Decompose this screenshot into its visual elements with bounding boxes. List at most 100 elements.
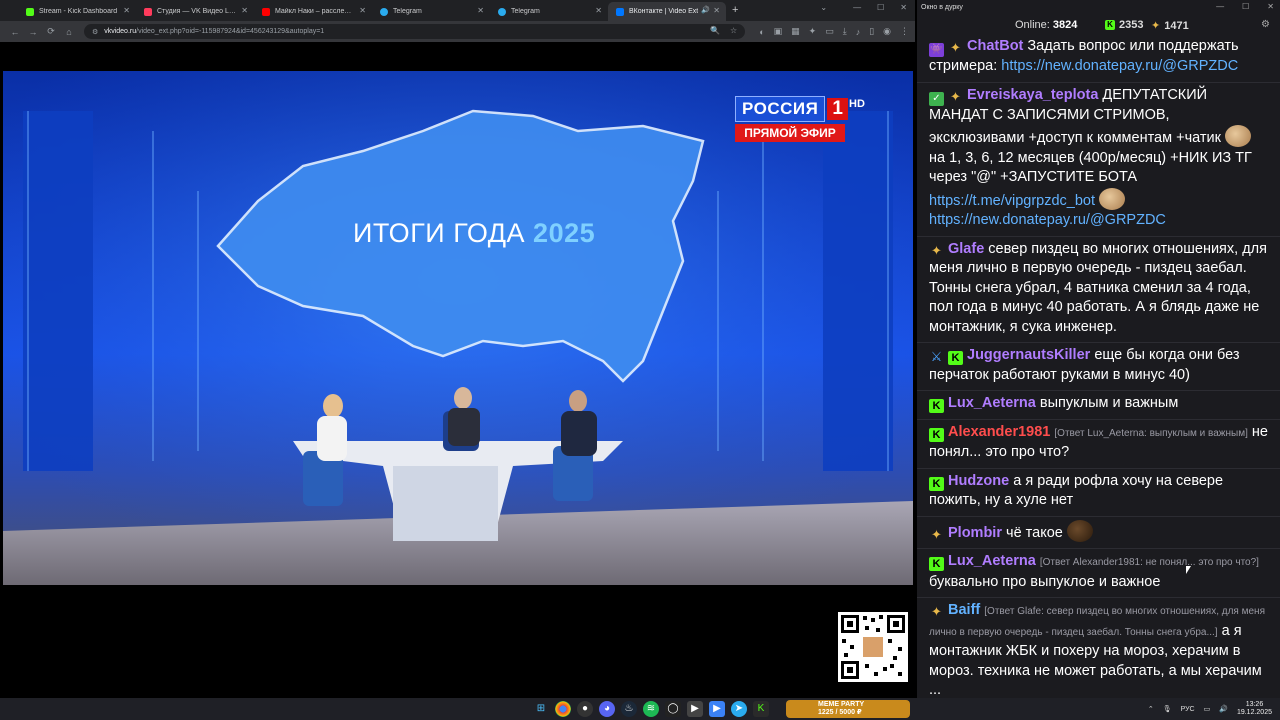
chat-link[interactable]: https://t.me/vipgrpzdc_bot — [929, 193, 1095, 209]
tab-vk-video-ext[interactable]: ВКонтакте | Video Ext 🔊 ✕ — [608, 2, 726, 21]
tab-search-icon[interactable]: ⌄ — [820, 3, 827, 12]
chat-username[interactable]: Baiff — [948, 602, 980, 618]
qr-code — [838, 612, 908, 682]
tab-title: Telegram — [511, 8, 540, 15]
windows-start-icon[interactable]: ⊞ — [533, 701, 549, 717]
media-player-icon[interactable]: ▶ — [709, 701, 725, 717]
settings-gear-icon[interactable]: ⚙ — [1261, 19, 1270, 30]
extension-icon[interactable]: ▣ — [774, 26, 783, 37]
tab-telegram-2[interactable]: Telegram ✕ — [490, 2, 608, 21]
sidebar-icon[interactable]: ▭ — [825, 26, 834, 37]
close-icon[interactable]: ✕ — [1267, 2, 1274, 11]
kick-badge-icon: K — [929, 557, 944, 571]
network-icon[interactable]: ▭ — [1204, 705, 1211, 713]
steam-icon[interactable]: ♨ — [621, 701, 637, 717]
maximize-icon[interactable]: ☐ — [877, 3, 884, 12]
spotify-icon[interactable]: ≋ — [643, 701, 659, 717]
chat-window: Окно в дурку — ☐ ✕ Online: 3824 K 2353 ✦ 1… — [917, 0, 1280, 698]
tab-kick-dashboard[interactable]: Stream - Kick Dashboard ✕ — [18, 2, 136, 21]
kick-badge-icon: K — [948, 351, 963, 365]
profile-avatar-icon[interactable]: ◉ — [883, 26, 891, 37]
chat-message: ✦ Baiff [Ответ Glafe: север пиздец во мно… — [917, 598, 1280, 698]
zoom-icon[interactable]: 🔍 — [710, 26, 720, 35]
chat-username[interactable]: Alexander1981 — [948, 424, 1050, 440]
channel-number: 1 — [827, 98, 848, 120]
chat-link[interactable]: https://new.donatepay.ru/@GRPZDC — [1001, 58, 1238, 74]
tab-vk-studio[interactable]: Студия — VK Видео Live ✕ — [136, 2, 254, 21]
tab-title: Майкл Наки – расследования — [275, 8, 354, 15]
gold-badge-icon: ✦ — [931, 242, 942, 258]
tray-chevron-icon[interactable]: ⌃ — [1148, 705, 1154, 713]
studio-scene — [3, 71, 913, 585]
close-tab-icon[interactable]: ✕ — [241, 6, 248, 15]
close-tab-icon[interactable]: ✕ — [477, 6, 484, 15]
kick-app-icon[interactable]: K — [753, 701, 769, 717]
kick-badge-icon: K — [929, 476, 944, 491]
app-icon[interactable]: ◯ — [665, 701, 681, 717]
close-window-icon[interactable]: ✕ — [900, 3, 907, 12]
bookmark-star-icon[interactable]: ☆ — [730, 26, 737, 35]
back-icon[interactable]: ← — [6, 27, 24, 37]
video-app-icon[interactable]: ▶ — [687, 701, 703, 717]
discord-icon[interactable]: ◕ — [599, 701, 615, 717]
chat-link[interactable]: https://new.donatepay.ru/@GRPZDC — [929, 212, 1166, 228]
menu-kebab-icon[interactable]: ⋮ — [900, 26, 909, 37]
gold-badge-icon: ✦ — [931, 604, 942, 619]
microphone-icon[interactable]: 🎙 — [1163, 705, 1172, 713]
site-info-icon[interactable]: ⚙ — [92, 28, 98, 36]
home-icon[interactable]: ⌂ — [60, 27, 78, 37]
chat-message: ✓ ✦ Evreiskaya_teplota ДЕПУТАТСКИЙ МАНДАТ … — [917, 83, 1280, 237]
chat-username[interactable]: Lux_Aeterna — [948, 553, 1036, 569]
extension-icon[interactable]: ▦ — [791, 26, 800, 37]
download-icon[interactable]: ⤓ — [843, 26, 847, 37]
chat-message: K Alexander1981 [Ответ Lux_Aeterna: выпук… — [917, 420, 1280, 469]
window-controls: ⌄ — ☐ ✕ — [820, 3, 907, 12]
minimize-icon[interactable]: — — [853, 3, 861, 12]
reload-icon[interactable]: ⟳ — [42, 26, 60, 37]
close-tab-icon[interactable]: ✕ — [123, 6, 130, 15]
chat-username[interactable]: ChatBot — [967, 38, 1023, 54]
telegram-icon[interactable]: ➤ — [731, 701, 747, 717]
close-tab-icon[interactable]: ✕ — [595, 6, 602, 15]
clock[interactable]: 13:26 19.12.2025 — [1237, 701, 1272, 717]
chat-message: ✦ Plombir чё такое — [917, 517, 1280, 549]
chat-username[interactable]: Glafe — [948, 241, 984, 257]
chat-messages[interactable]: 👾 ✦ ChatBot Задать вопрос или поддержать с… — [917, 34, 1280, 698]
split-view-icon[interactable]: ▯ — [869, 26, 874, 37]
extension-icon[interactable]: ◐ — [759, 27, 764, 37]
url-text: vkvideo.ru/video_ext.php?oid=-115987924&… — [104, 28, 325, 35]
video-frame[interactable]: РОССИЯ 1 HD ПРЯМОЙ ЭФИР ИТОГИ ГОДА 2025 — [3, 71, 913, 585]
tab-telegram-1[interactable]: Telegram ✕ — [372, 2, 490, 21]
chat-message: K Lux_Aeterna выпуклым и важным — [917, 391, 1280, 420]
chat-username[interactable]: Plombir — [948, 525, 1002, 541]
speaker-icon[interactable]: 🔊 — [701, 6, 710, 14]
bot-badge-icon: 👾 — [929, 43, 944, 57]
chat-username[interactable]: Evreiskaya_teplota — [967, 87, 1098, 103]
close-tab-icon[interactable]: ✕ — [713, 6, 720, 15]
new-tab-button[interactable]: + — [732, 2, 738, 21]
chat-message: K Hudzone а я ради рофла хочу на севере п… — [917, 469, 1280, 517]
chat-username[interactable]: Hudzone — [948, 473, 1009, 489]
chat-text: на 1, 3, 6, 12 месяцев (400р/месяц) +НИК… — [929, 149, 1252, 186]
vk-video-favicon-icon — [144, 7, 152, 16]
bear-emote-icon — [1225, 125, 1251, 147]
tab-title: Stream - Kick Dashboard — [39, 8, 118, 15]
chat-stats-bar: Online: 3824 K 2353 ✦ 1471 ⚙ — [917, 14, 1280, 36]
close-tab-icon[interactable]: ✕ — [359, 6, 366, 15]
address-bar[interactable]: ⚙ vkvideo.ru/video_ext.php?oid=-11598792… — [83, 24, 746, 39]
minimize-icon[interactable]: — — [1216, 2, 1224, 11]
chrome-icon[interactable] — [555, 701, 571, 717]
chat-text: буквально про выпуклое и важное — [929, 573, 1161, 590]
volume-icon[interactable]: 🔊 — [1219, 705, 1228, 713]
maximize-icon[interactable]: ☐ — [1242, 2, 1249, 11]
language-indicator[interactable]: РУС — [1181, 706, 1195, 713]
forward-icon[interactable]: → — [24, 27, 42, 37]
obs-icon[interactable]: ● — [577, 701, 593, 717]
channel-name: РОССИЯ — [735, 96, 826, 122]
media-control-icon[interactable]: ♪ — [856, 27, 861, 37]
tab-youtube[interactable]: Майкл Наки – расследования ✕ — [254, 2, 372, 21]
chat-username[interactable]: JuggernautsKiller — [967, 347, 1090, 363]
online-counter: Online: 3824 — [1015, 19, 1078, 31]
extensions-puzzle-icon[interactable]: ✦ — [809, 26, 817, 37]
chat-username[interactable]: Lux_Aeterna — [948, 395, 1036, 411]
